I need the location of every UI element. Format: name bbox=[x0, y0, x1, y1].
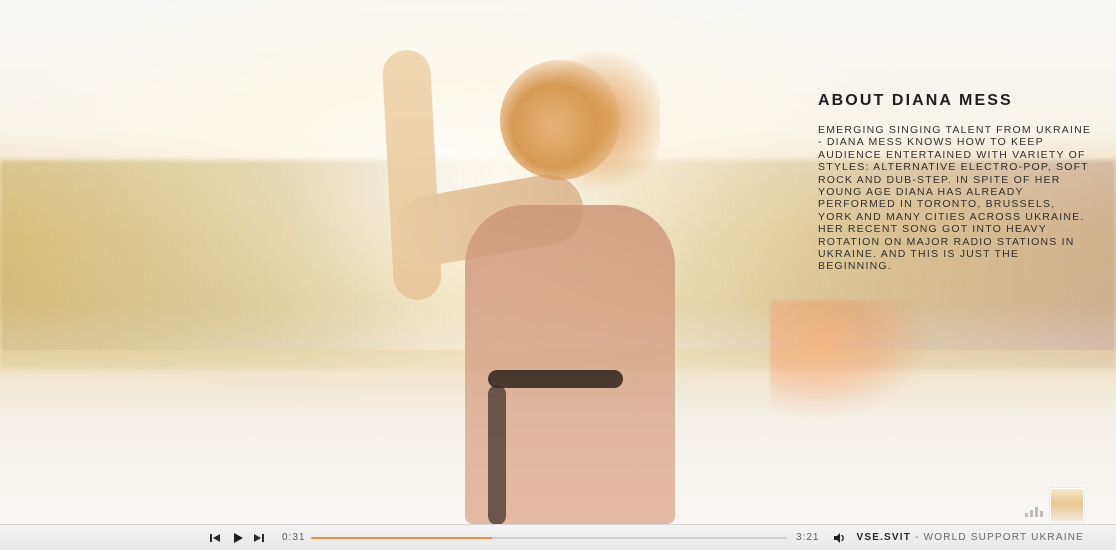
progress-track[interactable] bbox=[311, 537, 787, 539]
dress-belt bbox=[488, 370, 623, 388]
brand-name: VSE.SVIT bbox=[856, 532, 912, 543]
brand-footer: VSE.SVIT - WORLD SUPPORT UKRAINE bbox=[856, 532, 1084, 543]
audio-levels-icon bbox=[1025, 505, 1045, 517]
about-body: EMERGING SINGING TALENT FROM UKRAINE - D… bbox=[818, 124, 1092, 273]
about-section: ABOUT DIANA MESS EMERGING SINGING TALENT… bbox=[818, 92, 1093, 273]
brand-separator: - bbox=[911, 532, 924, 543]
total-time: 3:21 bbox=[796, 532, 820, 543]
progress-fill bbox=[311, 537, 492, 539]
gallery-thumbnail-icon[interactable] bbox=[1050, 488, 1084, 522]
brand-tagline: WORLD SUPPORT UKRAINE bbox=[923, 532, 1084, 543]
singer-head bbox=[500, 60, 620, 180]
singer-figure bbox=[380, 25, 700, 524]
volume-icon[interactable] bbox=[832, 531, 846, 545]
about-title: ABOUT DIANA MESS bbox=[818, 92, 1013, 109]
hero-background: ABOUT DIANA MESS EMERGING SINGING TALENT… bbox=[0, 0, 1116, 524]
previous-icon[interactable] bbox=[208, 531, 222, 545]
lens-flare bbox=[770, 300, 930, 420]
next-icon[interactable] bbox=[252, 531, 266, 545]
play-icon[interactable] bbox=[230, 531, 246, 545]
dress-sash bbox=[488, 385, 506, 524]
current-time: 0:31 bbox=[282, 532, 306, 543]
audio-player-bar: 0:31 3:21 VSE.SVIT - WORLD SUPPORT UKRAI… bbox=[0, 524, 1116, 550]
